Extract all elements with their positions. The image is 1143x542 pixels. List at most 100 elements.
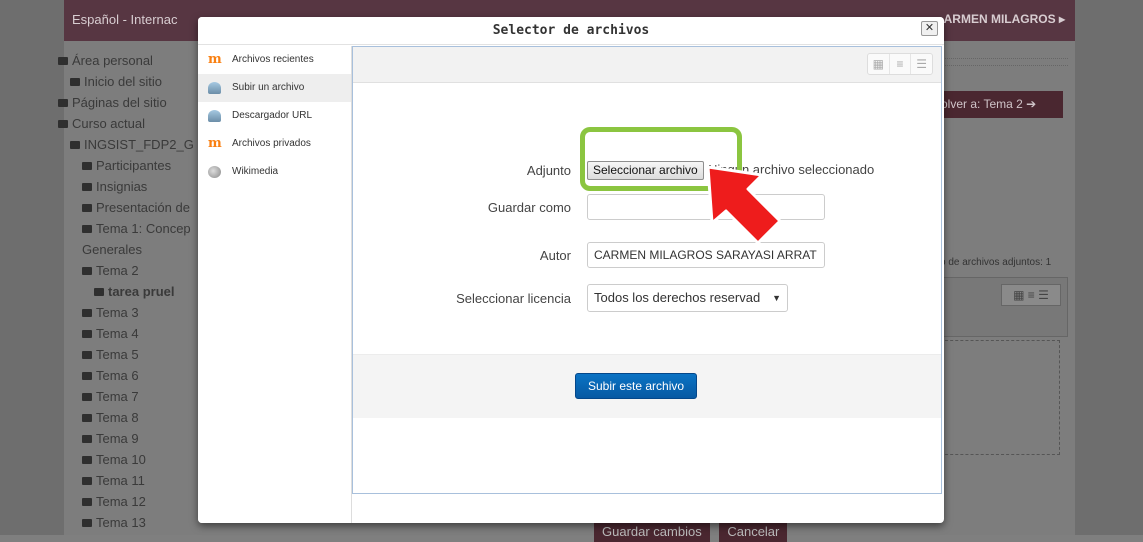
- nav-item[interactable]: Tema 11: [54, 470, 204, 491]
- dialog-title: Selector de archivos: [492, 23, 650, 38]
- repo-label: Archivos privados: [232, 138, 311, 149]
- nav-item[interactable]: Insignias: [54, 176, 204, 197]
- nav-item[interactable]: Curso actual: [54, 113, 204, 134]
- view-toggle-icon[interactable]: ▦ ≡ ☰: [1001, 284, 1061, 306]
- repo-wikimedia[interactable]: Wikimedia: [198, 158, 351, 186]
- url-icon: [208, 110, 221, 122]
- nav-item[interactable]: Tema 7: [54, 386, 204, 407]
- nav-item-label: Tema 10: [96, 452, 146, 467]
- folder-icon: [82, 162, 92, 170]
- nav-item[interactable]: Tema 10: [54, 449, 204, 470]
- nav-item[interactable]: Tema 1: Concep: [54, 218, 204, 239]
- folder-icon: [82, 477, 92, 485]
- back-to-topic-button[interactable]: olver a: Tema 2 ➔: [935, 91, 1063, 118]
- nav-item-label: Tema 7: [96, 389, 139, 404]
- folder-icon: [82, 498, 92, 506]
- folder-icon: [82, 435, 92, 443]
- nav-item[interactable]: Tema 6: [54, 365, 204, 386]
- nav-item[interactable]: Área personal: [54, 50, 204, 71]
- nav-item[interactable]: tarea pruel: [54, 281, 204, 302]
- progress-dots: [940, 58, 1068, 66]
- nav-item[interactable]: Páginas del sitio: [54, 92, 204, 113]
- nav-item-label: Presentación de: [96, 200, 190, 215]
- nav-item[interactable]: Tema 4: [54, 323, 204, 344]
- chevron-down-icon: ▼: [772, 293, 781, 303]
- nav-item[interactable]: Inicio del sitio: [54, 71, 204, 92]
- nav-item-label: Páginas del sitio: [72, 95, 167, 110]
- cancel-button[interactable]: Cancelar: [719, 522, 788, 542]
- repo-recent-files[interactable]: m Archivos recientes: [198, 46, 351, 74]
- nav-item-label: Inicio del sitio: [84, 74, 163, 89]
- attachment-label: Adjunto: [526, 163, 571, 178]
- wikimedia-icon: [208, 166, 221, 178]
- nav-item-label: Tema 6: [96, 368, 139, 383]
- moodle-icon: m: [208, 136, 222, 151]
- panel-toolbar: ▦ ≡ ☰: [353, 47, 941, 83]
- folder-icon: [82, 330, 92, 338]
- close-icon[interactable]: ✕: [921, 21, 938, 36]
- nav-item-label: Tema 3: [96, 305, 139, 320]
- moodle-icon: m: [208, 52, 222, 67]
- folder-icon: [82, 393, 92, 401]
- list-view-icon[interactable]: ≡: [890, 54, 912, 74]
- nav-item[interactable]: Tema 9: [54, 428, 204, 449]
- nav-item-label: Participantes: [96, 158, 172, 173]
- repo-label: Descargador URL: [232, 110, 313, 121]
- upload-file-button[interactable]: Subir este archivo: [575, 373, 698, 399]
- folder-icon: [58, 99, 68, 107]
- nav-item[interactable]: INGSIST_FDP2_G: [54, 134, 204, 155]
- nav-item[interactable]: Generales: [54, 239, 204, 260]
- upload-panel: ▦ ≡ ☰ Adjunto Seleccionar archivo Ningún…: [352, 46, 942, 494]
- nav-item[interactable]: Tema 8: [54, 407, 204, 428]
- folder-icon: [82, 225, 92, 233]
- upload-icon: [208, 82, 221, 94]
- nav-item-label: Insignias: [96, 179, 148, 194]
- tree-view-icon[interactable]: ☰: [911, 54, 932, 74]
- save-as-label: Guardar como: [487, 200, 571, 215]
- license-value: Todos los derechos reservad: [594, 290, 761, 305]
- nav-item[interactable]: Presentación de: [54, 197, 204, 218]
- user-menu[interactable]: ARMEN MILAGROS ▸: [944, 12, 1065, 26]
- submit-bar: Subir este archivo: [353, 354, 941, 418]
- nav-item-label: Tema 8: [96, 410, 139, 425]
- dialog-header: Selector de archivos ✕: [198, 17, 944, 45]
- nav-item[interactable]: Tema 13: [54, 512, 204, 533]
- drop-zone[interactable]: [940, 340, 1060, 455]
- folder-icon: [82, 183, 92, 191]
- nav-item-label: Tema 1: Concep: [96, 221, 191, 236]
- nav-item[interactable]: Tema 2: [54, 260, 204, 281]
- folder-icon: [82, 456, 92, 464]
- folder-icon: [82, 309, 92, 317]
- folder-icon: [94, 288, 104, 296]
- nav-item-label: Tema 11: [96, 473, 145, 488]
- nav-item-label: Tema 13: [96, 515, 146, 530]
- nav-item-label: Generales: [82, 242, 142, 257]
- right-margin: [1075, 0, 1143, 535]
- folder-icon: [82, 267, 92, 275]
- nav-item[interactable]: Tema 12: [54, 491, 204, 512]
- nav-item-label: Tema 2: [96, 263, 139, 278]
- save-changes-button[interactable]: Guardar cambios: [594, 522, 710, 542]
- folder-icon: [82, 414, 92, 422]
- folder-icon: [70, 78, 80, 86]
- nav-item[interactable]: Participantes: [54, 155, 204, 176]
- folder-icon: [58, 57, 68, 65]
- nav-item[interactable]: Tema 5: [54, 344, 204, 365]
- language-menu[interactable]: Español - Internac: [72, 12, 178, 27]
- folder-icon: [82, 519, 92, 527]
- nav-item[interactable]: Tema 3: [54, 302, 204, 323]
- folder-icon: [82, 204, 92, 212]
- repo-url-downloader[interactable]: Descargador URL: [198, 102, 351, 130]
- nav-item-label: tarea pruel: [108, 284, 175, 299]
- attachments-label: o de archivos adjuntos: 1: [940, 257, 1052, 268]
- repository-list: m Archivos recientes Subir un archivo De…: [198, 46, 352, 523]
- repo-private-files[interactable]: m Archivos privados: [198, 130, 351, 158]
- license-select[interactable]: Todos los derechos reservad ▼: [587, 284, 788, 312]
- nav-item-label: Tema 12: [96, 494, 146, 509]
- repo-upload-file[interactable]: Subir un archivo: [198, 74, 351, 102]
- license-label: Seleccionar licencia: [456, 291, 571, 306]
- file-picker-dialog: Selector de archivos ✕ m Archivos recien…: [198, 17, 944, 523]
- icon-view-icon[interactable]: ▦: [868, 54, 890, 74]
- folder-icon: [82, 351, 92, 359]
- nav-item-label: Tema 9: [96, 431, 139, 446]
